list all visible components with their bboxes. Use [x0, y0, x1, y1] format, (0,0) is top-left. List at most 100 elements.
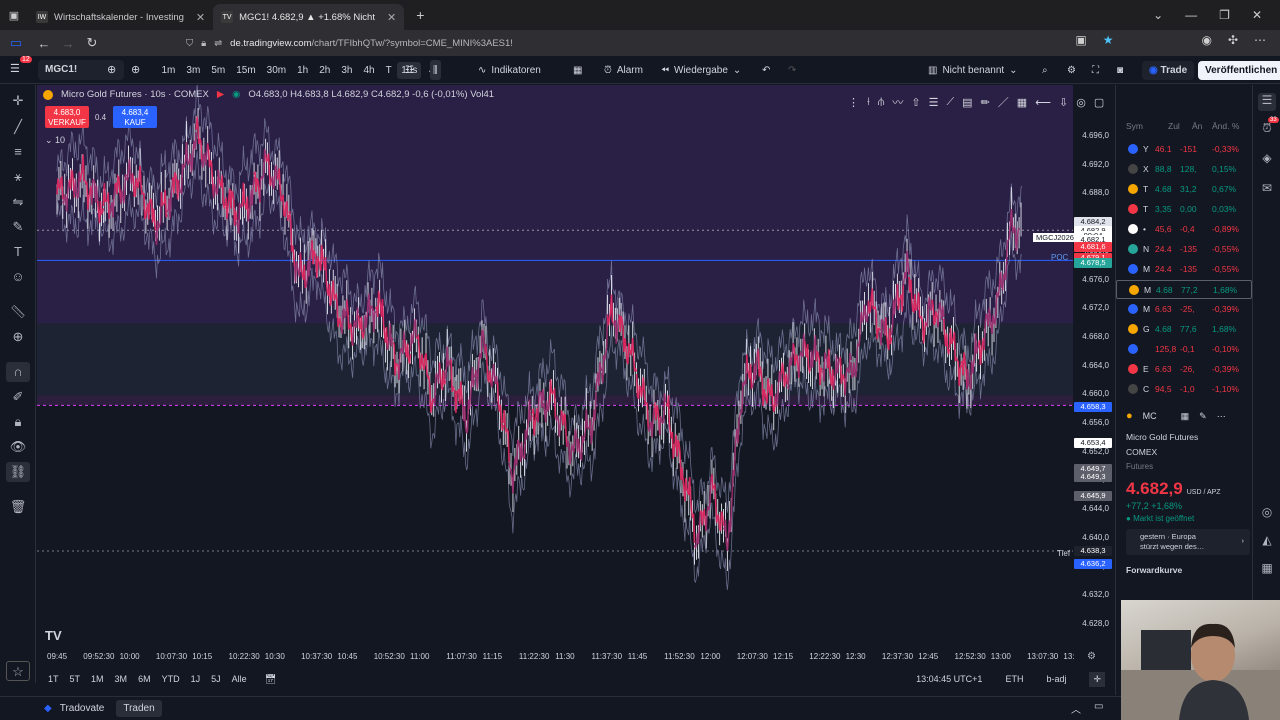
zoom-icon[interactable]: ⊕ — [6, 327, 30, 347]
close-tab-icon[interactable]: ✕ — [196, 11, 205, 24]
prediction-icon[interactable]: ⇋ — [6, 192, 30, 212]
collapse-up-icon[interactable]: ︿ — [1071, 701, 1081, 716]
close-window-icon[interactable]: ✕ — [1252, 8, 1262, 22]
new-tab-button[interactable]: + — [416, 7, 424, 23]
interval-1m[interactable]: 1m — [156, 65, 181, 76]
calendar-icon[interactable]: 📅︎ — [265, 674, 276, 685]
watchlist-row[interactable]: M 24.4 -135 -0,55% — [1116, 260, 1252, 279]
url-field[interactable]: ⛉ 🔒︎ ⇌ de.tradingview.com/chart/TFIbhQTw… — [178, 33, 1128, 53]
brush-icon[interactable]: ✎ — [6, 217, 30, 237]
pattern-icon[interactable]: ⚹ — [6, 167, 30, 187]
alerts-icon[interactable]: ⏰︎ 33 — [1258, 117, 1279, 139]
magnet-icon[interactable]: ∩ — [6, 362, 30, 382]
watchlist-row[interactable]: C 94,5 -1,0 -1,10% — [1116, 380, 1252, 399]
target-icon[interactable]: ◎ — [1258, 505, 1276, 523]
compare-icon[interactable]: ⊕ — [107, 63, 116, 76]
bar-style-icon[interactable]: ☷ — [405, 56, 414, 84]
browser-menu-icon[interactable]: ▣ — [0, 9, 28, 22]
close-tab-icon[interactable]: ✕ — [387, 11, 396, 24]
range-5T[interactable]: 5T — [70, 674, 81, 684]
path-icon[interactable]: 〰 — [892, 94, 903, 110]
maximize-panel-icon[interactable]: ▭ — [1094, 701, 1103, 712]
link-icon[interactable]: ⛓ — [6, 462, 30, 482]
arrow-down-icon[interactable]: ⇩ — [1059, 96, 1068, 109]
range-1J[interactable]: 1J — [191, 674, 201, 684]
redo-icon[interactable]: ↷ — [788, 56, 796, 84]
interval-4h[interactable]: 4h — [358, 65, 380, 76]
drag-handle-icon[interactable]: ⋮ — [848, 96, 859, 109]
crosshair-icon[interactable]: ✛ — [6, 91, 30, 111]
watchlist-row[interactable]: T 3,35 0,00 0,03% — [1116, 200, 1252, 219]
adjustment-toggle[interactable]: b-adj — [1046, 674, 1066, 684]
watchlist-row[interactable]: 125,8 -0,1 -0,10% — [1116, 340, 1252, 359]
sidebar-toggle-icon[interactable]: ▭ — [4, 35, 28, 51]
lines-icon[interactable]: ☰ — [929, 96, 939, 109]
pitchfork-icon[interactable]: ⫛ — [878, 96, 885, 109]
price-chart-canvas[interactable] — [37, 85, 1073, 648]
range-1M[interactable]: 1M — [91, 674, 104, 684]
forward-icon[interactable]: → — [56, 36, 80, 51]
pen-icon[interactable]: ✏ — [981, 96, 990, 109]
publish-button[interactable]: Veröffentlichen — [1198, 60, 1280, 80]
range-1T[interactable]: 1T — [48, 674, 59, 684]
interval-2h[interactable]: 2h — [314, 65, 336, 76]
back-icon[interactable]: ← — [32, 36, 56, 51]
interval-5m[interactable]: 5m — [206, 65, 231, 76]
quick-search-icon[interactable]: ⌕ — [1042, 56, 1048, 84]
watchlist-row[interactable]: • 45,6 -0,4 -0,89% — [1116, 220, 1252, 239]
arrow-up-icon[interactable]: ⇧ — [911, 96, 920, 109]
watchlist-row[interactable]: M 6.63 -25, -0,39% — [1116, 300, 1252, 319]
edit-icon[interactable]: ✎ — [1199, 411, 1207, 422]
extensions-icon[interactable]: ✣ — [1228, 33, 1238, 47]
ideas-icon[interactable]: ◭ — [1258, 533, 1276, 551]
tab-investing[interactable]: IW Wirtschaftskalender - Investing ✕ — [28, 4, 213, 30]
order-quantity[interactable]: ⌄ 10 — [45, 135, 65, 146]
interval-T[interactable]: T — [380, 65, 397, 76]
more-dots-icon[interactable]: ⋯ — [1217, 411, 1226, 422]
crosshair-mode-icon[interactable]: ✛ — [1089, 671, 1105, 687]
watchlist-icon[interactable]: ☰ — [1258, 93, 1276, 111]
reload-icon[interactable]: ↻ — [80, 35, 104, 51]
camera-icon[interactable]: ◙ — [1117, 56, 1123, 84]
replay-button[interactable]: ⏪︎ Wiedergabe ⌄ — [661, 56, 741, 84]
lock-drawings-icon[interactable]: 🔒︎ — [6, 412, 30, 432]
undo-icon[interactable]: ↶ — [762, 56, 770, 84]
session-toggle[interactable]: ETH — [1005, 674, 1023, 684]
chat-icon[interactable]: ✉ — [1258, 181, 1276, 199]
app-install-icon[interactable]: ▣ — [1075, 33, 1086, 47]
tab-list-icon[interactable]: ⌄ — [1153, 8, 1163, 22]
restore-icon[interactable]: ❐ — [1219, 8, 1230, 22]
col-last[interactable]: Zul — [1168, 121, 1180, 131]
watchlist-row[interactable]: G 4.68 77,6 1,68% — [1116, 320, 1252, 339]
flag-icon[interactable]: ▶ — [217, 89, 224, 100]
watchlist-row[interactable]: X 88,8 128, 0,15% — [1116, 160, 1252, 179]
calendar-side-icon[interactable]: ▦ — [1258, 561, 1276, 579]
range-YTD[interactable]: YTD — [162, 674, 180, 684]
sell-button[interactable]: 4.683,0 VERKAUF — [45, 106, 89, 128]
interval-3h[interactable]: 3h — [336, 65, 358, 76]
add-symbol-icon[interactable]: ⊕ — [131, 63, 140, 76]
range-6M[interactable]: 6M — [138, 674, 151, 684]
minimize-icon[interactable]: — — [1185, 8, 1197, 22]
news-card[interactable]: gestern · Europa stürzt wegen des… › — [1126, 529, 1250, 555]
watchlist-row[interactable]: M 4.68 77,2 1,68% — [1116, 280, 1252, 299]
candle-type-icon[interactable]: ⫼ — [430, 60, 441, 80]
axis-settings-icon[interactable]: ⚙ — [1087, 651, 1096, 662]
hide-drawings-icon[interactable]: 👁︎ — [6, 437, 30, 457]
buy-button[interactable]: 4.683,4 KAUF — [113, 106, 157, 128]
watchlist-row[interactable]: N 24.4 -135 -0,55% — [1116, 240, 1252, 259]
stay-drawing-icon[interactable]: ✐ — [6, 387, 30, 407]
col-change-pct[interactable]: Änd. % — [1212, 121, 1239, 131]
trash-icon[interactable]: 🗑︎ — [6, 497, 30, 517]
chart-pane[interactable]: Micro Gold Futures · 10s · COMEX ▶ ◉ O4.… — [37, 85, 1113, 665]
grid-icon[interactable]: ▦ — [1181, 411, 1190, 422]
col-symbol[interactable]: Sym — [1126, 121, 1143, 131]
watchlist-row[interactable]: E 6.63 -26, -0,39% — [1116, 360, 1252, 379]
interval-15m[interactable]: 15m — [231, 65, 261, 76]
emoji-icon[interactable]: ☺ — [6, 267, 30, 287]
trendline-icon[interactable]: ╱ — [6, 117, 30, 137]
tab-tradingview[interactable]: TV MGC1! 4.682,9 ▲ +1.68% Nicht ✕ — [213, 4, 405, 30]
range-3M[interactable]: 3M — [115, 674, 128, 684]
range-Alle[interactable]: Alle — [232, 674, 247, 684]
price-axis[interactable]: 4.696,04.692,04.688,04.684,24.680,04.676… — [1073, 85, 1113, 665]
